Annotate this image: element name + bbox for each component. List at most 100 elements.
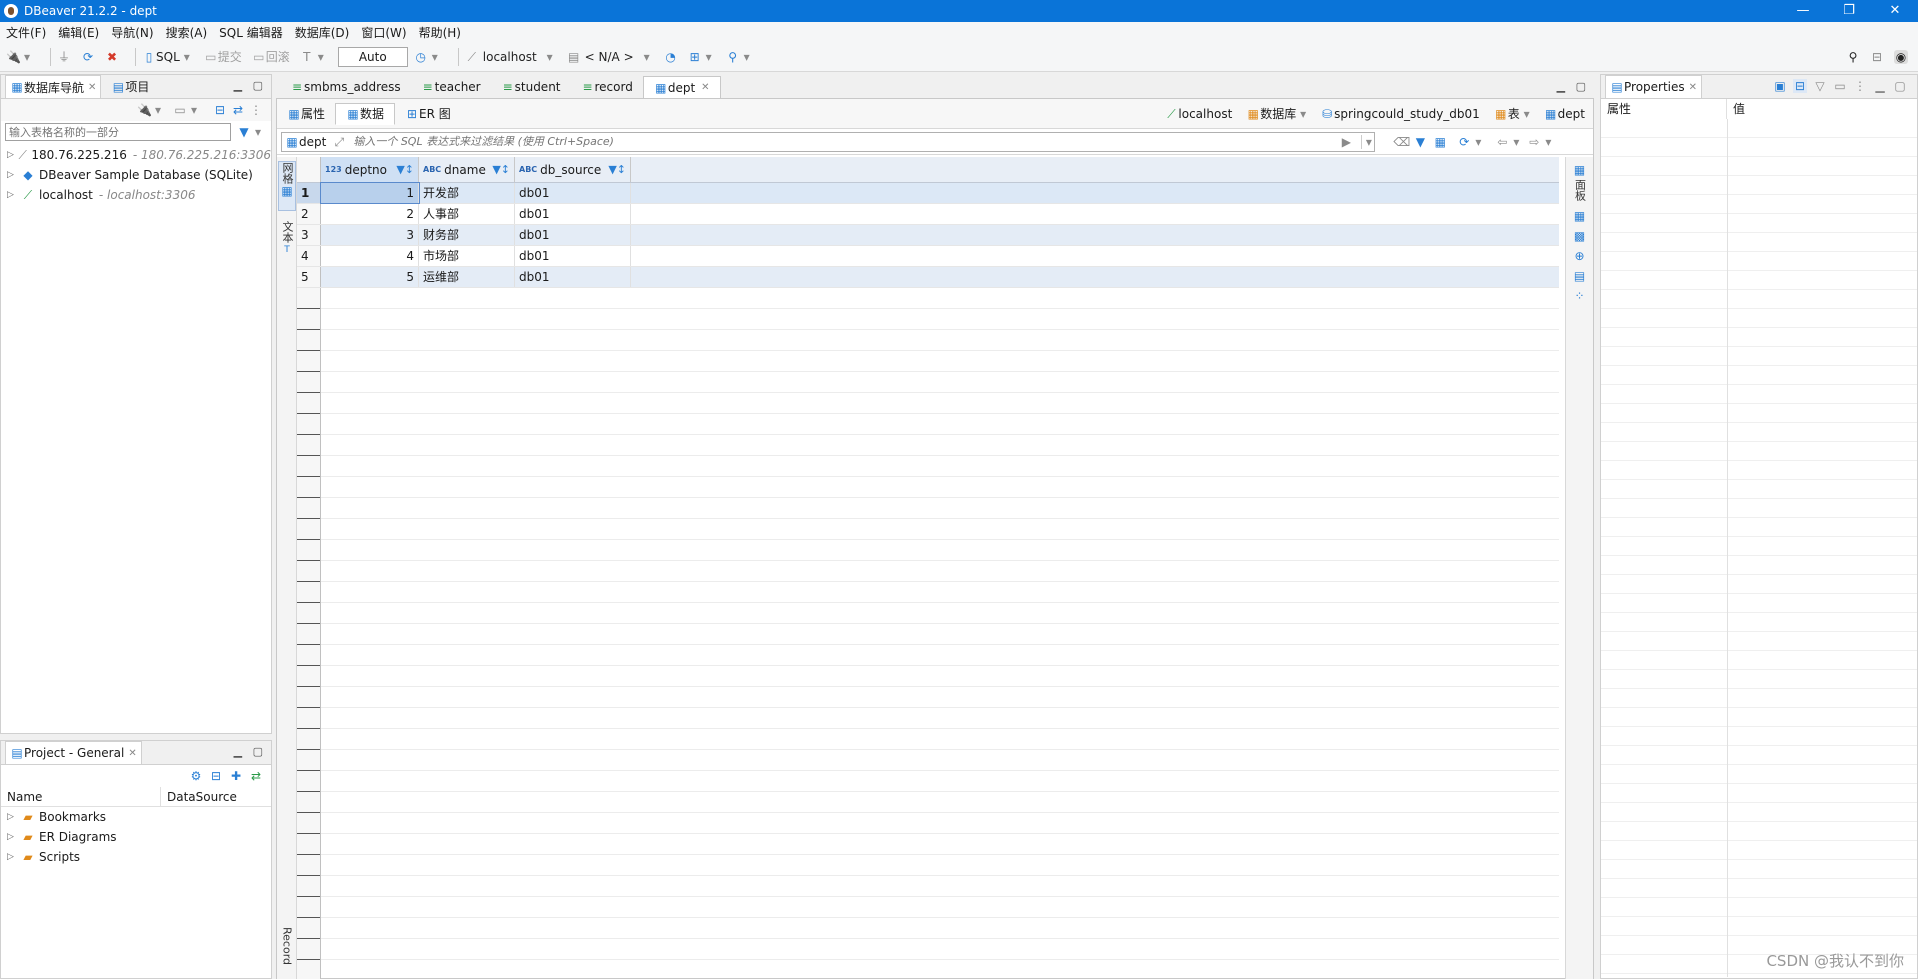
calculator-icon[interactable]: ▩ [1573,229,1587,243]
active-connection-selector[interactable]: ⟋ localhost ▾ [465,50,557,64]
expand-arrow-icon[interactable]: ▷ [7,812,17,822]
breadcrumb-database[interactable]: ⛁ springcould_study_db01 [1320,107,1480,121]
column-header-datasource[interactable]: DataSource [161,787,237,806]
link-editor-icon[interactable]: ⇄ [231,103,245,117]
references-icon[interactable]: ⊕ [1573,249,1587,263]
tab-projects[interactable]: ▤ 项目 [111,78,150,95]
more-options-icon[interactable]: ⋮ [1853,79,1867,93]
connect-button[interactable]: ⏚ [57,50,71,64]
table-row[interactable]: 2 2 人事部 db01 [297,204,1559,225]
grid-view-toggle[interactable]: 网格 ▦ [278,161,296,211]
folder-icon[interactable]: ▭ [173,103,187,117]
column-header-value[interactable]: 值 [1727,99,1745,119]
open-perspective-button[interactable]: ⊟ [1870,50,1884,64]
subtab-er-diagram[interactable]: ⊞ ER 图 [395,103,461,125]
expand-arrow-icon[interactable]: ▷ [7,170,17,180]
menu-sql-editor[interactable]: SQL 编辑器 [219,24,283,41]
column-header-property[interactable]: 属性 [1601,99,1727,119]
editor-tab-student[interactable]: ≡ student [491,76,571,98]
collapse-all-icon[interactable]: ⊟ [209,769,223,783]
filter-icon[interactable]: ▼ [1413,135,1427,149]
breadcrumb-tables[interactable]: ▦表 ▾ [1494,105,1530,122]
menu-search[interactable]: 搜索(A) [166,24,208,41]
breadcrumb-table[interactable]: ▦dept [1544,107,1585,121]
more-options-icon[interactable]: ⋮ [249,103,263,117]
minimize-icon[interactable]: ▁ [1873,79,1887,93]
cell-dname[interactable]: 财务部 [419,225,515,245]
filter-table-label[interactable]: ▦ dept ⤢ [281,131,350,152]
eraser-icon[interactable]: ⌫ [1393,135,1410,149]
tree-item-bookmarks[interactable]: ▷ ▰ Bookmarks [1,807,271,827]
tree-item-connection[interactable]: ▷ ⟋ 180.76.225.216 - 180.76.225.216:3306 [1,145,271,165]
editor-tab-teacher[interactable]: ≡ teacher [411,76,491,98]
row-number[interactable]: 1 [297,183,321,203]
restore-button[interactable]: ❐ [1826,0,1872,22]
tree-item-scripts[interactable]: ▷ ▰ Scripts [1,847,271,867]
panels-label[interactable]: 面板 [1572,179,1588,201]
transaction-mode-button[interactable]: T ▾ [300,50,328,64]
tab-properties[interactable]: ▤ Properties ✕ [1605,75,1703,98]
filter-icon[interactable]: ▽ [1813,79,1827,93]
commit-mode-field[interactable]: Auto [337,46,408,67]
close-icon[interactable]: ✕ [128,748,136,759]
history-button[interactable]: ◷ ▾ [414,50,442,64]
column-filter-icon[interactable]: ▼↕ [608,163,626,176]
back-arrow-icon[interactable]: ⇦ [1495,135,1509,149]
column-filter-icon[interactable]: ▼↕ [396,163,414,176]
subtab-properties[interactable]: ▦ 属性 [277,103,335,125]
editor-tab-record[interactable]: ≡ record [571,76,643,98]
minimize-button[interactable]: — [1780,0,1826,22]
column-header-db-source[interactable]: ABC db_source ▼↕ [515,157,631,182]
close-icon[interactable]: ✕ [88,82,96,93]
menu-window[interactable]: 窗口(W) [361,24,406,41]
tree-item-er-diagrams[interactable]: ▷ ▰ ER Diagrams [1,827,271,847]
row-number[interactable]: 5 [297,267,321,287]
reconnect-button[interactable]: ⟳ [81,50,95,64]
sql-editor-button[interactable]: ▯ SQL ▾ [142,50,194,64]
record-view-toggle[interactable]: Record [278,927,296,977]
expand-arrow-icon[interactable]: ▷ [7,832,17,842]
subtab-data[interactable]: ▦ 数据 [335,102,396,125]
categories-icon[interactable]: ⊟ [1793,79,1807,93]
expand-arrow-icon[interactable]: ▷ [7,852,17,862]
dashboard-button[interactable]: ◔ [664,50,678,64]
table-row[interactable]: 5 5 运维部 db01 [297,267,1559,288]
chevron-down-icon[interactable]: ▾ [251,125,265,139]
menu-file[interactable]: 文件(F) [6,24,46,41]
column-filter-icon[interactable]: ▼↕ [492,163,510,176]
panel-window-controls[interactable]: ▁ ▢ [234,745,263,758]
apply-filter-icon[interactable]: ▶ [1339,135,1353,149]
chevron-down-icon[interactable]: ▾ [151,103,165,117]
table-row[interactable]: 3 3 财务部 db01 [297,225,1559,246]
column-header-dname[interactable]: ABC dname ▼↕ [419,157,515,182]
chevron-down-icon[interactable]: ▾ [187,103,201,117]
cell-deptno[interactable]: 1 [320,182,420,204]
dbeaver-perspective-button[interactable]: ◉ [1894,49,1908,64]
restore-default-icon[interactable]: ▭ [1833,79,1847,93]
new-connection-button[interactable]: 🔌 ▾ [6,50,34,64]
grouping-icon[interactable]: ⁘ [1573,289,1587,303]
breadcrumb-connection[interactable]: ⟋ localhost [1164,107,1232,121]
chevron-down-icon[interactable]: ▾ [1509,135,1523,149]
close-button[interactable]: ✕ [1872,0,1918,22]
erd-button[interactable]: ⊞ ▾ [688,50,716,64]
maximize-icon[interactable]: ▢ [1893,79,1907,93]
tab-project-general[interactable]: ▤ Project - General ✕ [5,741,142,764]
panels-icon[interactable]: ▦ [1573,163,1587,177]
editor-tab-smbms-address[interactable]: ≡ smbms_address [280,76,411,98]
menu-database[interactable]: 数据库(D) [295,24,350,41]
cell-dname[interactable]: 运维部 [419,267,515,287]
global-search-button[interactable]: ⚲ [1846,50,1860,64]
row-number[interactable]: 3 [297,225,321,245]
active-schema-selector[interactable]: ▤ < N/A > ▾ [567,50,654,64]
row-number[interactable]: 2 [297,204,321,224]
breadcrumb-databases[interactable]: ▦数据库 ▾ [1246,105,1307,122]
table-row[interactable]: 4 4 市场部 db01 [297,246,1559,267]
cell-dname[interactable]: 人事部 [419,204,515,224]
cell-deptno[interactable]: 4 [321,246,419,266]
cell-db-source[interactable]: db01 [515,246,631,266]
search-toolbar-button[interactable]: ⚲ ▾ [726,50,754,64]
panel-window-controls[interactable]: ▁ ▢ [234,79,263,92]
row-number[interactable]: 4 [297,246,321,266]
expand-arrow-icon[interactable]: ▷ [7,190,17,200]
